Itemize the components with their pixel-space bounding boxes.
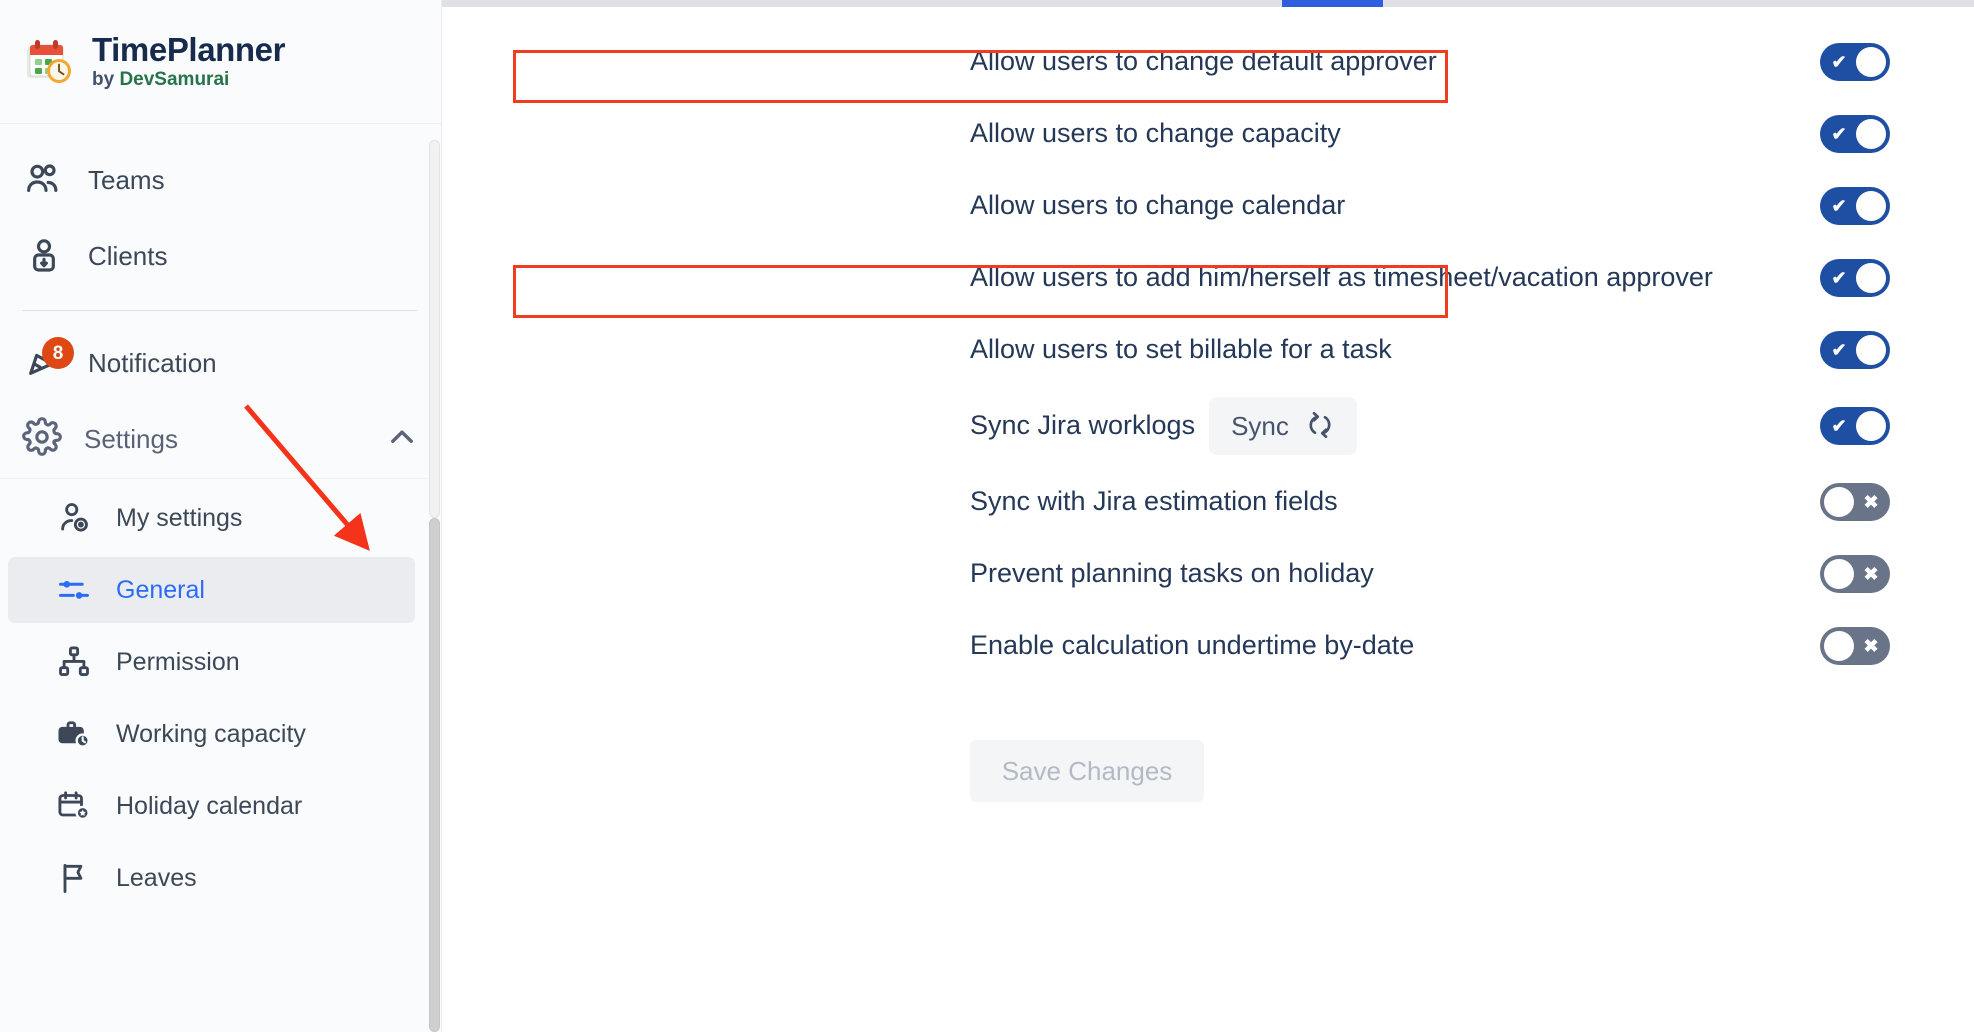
- sidebar-scrollbar-thumb[interactable]: [429, 140, 440, 518]
- check-icon: ✔: [1831, 340, 1847, 360]
- sidebar-item-label: Teams: [88, 164, 165, 195]
- toggle-knob: [1856, 47, 1886, 77]
- check-icon: ✔: [1831, 416, 1847, 436]
- toggle-knob: [1856, 411, 1886, 441]
- toggle-knob: [1824, 631, 1854, 661]
- app-title: TimePlanner: [92, 30, 286, 68]
- setting-label: Allow users to change default approver: [970, 46, 1437, 77]
- toggle-change-calendar[interactable]: ✔: [1820, 187, 1890, 225]
- tab-bar-strip: [442, 0, 1974, 7]
- setting-label: Sync Jira worklogs: [970, 410, 1196, 441]
- sidebar-item-label: Settings: [84, 424, 178, 454]
- brand-vendor: DevSamurai: [119, 69, 230, 91]
- sidebar-item-label: Clients: [88, 240, 168, 271]
- setting-label: Enable calculation undertime by-date: [970, 630, 1415, 661]
- sync-button[interactable]: Sync: [1209, 397, 1357, 455]
- people-group-icon: [22, 158, 66, 202]
- setting-row-change-capacity: Allow users to change capacity ✔: [970, 98, 1890, 170]
- sidebar-nav: Teams Clients 8 Notification Settings My…: [0, 124, 441, 911]
- sidebar-item-leaves[interactable]: Leaves: [8, 845, 415, 911]
- sidebar-item-teams[interactable]: Teams: [0, 142, 441, 218]
- check-icon: ✔: [1831, 196, 1847, 216]
- cross-icon: ✖: [1863, 636, 1879, 656]
- setting-row-sync-jira-worklogs: Sync Jira worklogs Sync ✔: [970, 386, 1890, 466]
- setting-row-sync-estimation-fields: Sync with Jira estimation fields ✖: [970, 466, 1890, 538]
- sidebar-item-general[interactable]: General: [8, 557, 415, 623]
- toggle-knob: [1856, 119, 1886, 149]
- brand-text: TimePlanner by DevSamurai: [92, 30, 286, 91]
- setting-row-change-calendar: Allow users to change calendar ✔: [970, 170, 1890, 242]
- toggle-knob: [1824, 487, 1854, 517]
- briefcase-clock-icon: [54, 714, 94, 754]
- user-settings-icon: [54, 498, 94, 538]
- sidebar: TimePlanner by DevSamurai Teams Clients …: [0, 0, 442, 1032]
- setting-row-set-billable: Allow users to set billable for a task ✔: [970, 314, 1890, 386]
- toggle-knob: [1856, 335, 1886, 365]
- refresh-icon: [1305, 410, 1335, 443]
- toggle-change-default-approver[interactable]: ✔: [1820, 43, 1890, 81]
- sidebar-divider: [22, 310, 417, 311]
- sidebar-item-label: Notification: [88, 347, 217, 378]
- setting-label: Allow users to change calendar: [970, 190, 1346, 221]
- calendar-star-icon: [54, 786, 94, 826]
- app-window: TimePlanner by DevSamurai Teams Clients …: [0, 0, 1974, 1032]
- active-tab-indicator: [1282, 0, 1383, 7]
- sidebar-item-clients[interactable]: Clients: [0, 218, 441, 294]
- toggle-prevent-planning-holiday[interactable]: ✖: [1820, 555, 1890, 593]
- toggle-self-approver[interactable]: ✔: [1820, 259, 1890, 297]
- bell-icon: 8: [22, 337, 74, 385]
- calendar-clock-icon: [22, 36, 74, 88]
- setting-label: Prevent planning tasks on holiday: [970, 558, 1374, 589]
- general-settings-list: Allow users to change default approver ✔…: [970, 26, 1890, 682]
- flag-icon: [54, 858, 94, 898]
- sidebar-subitem-label: Permission: [116, 647, 240, 676]
- check-icon: ✔: [1831, 268, 1847, 288]
- toggle-undertime-by-date[interactable]: ✖: [1820, 627, 1890, 665]
- toggle-sync-jira-worklogs[interactable]: ✔: [1820, 407, 1890, 445]
- setting-row-self-approver: Allow users to add him/herself as timesh…: [970, 242, 1890, 314]
- sidebar-subitem-label: General: [116, 575, 205, 604]
- sliders-icon: [54, 570, 94, 610]
- brand-header: TimePlanner by DevSamurai: [0, 0, 441, 124]
- toggle-knob: [1856, 263, 1886, 293]
- brand-subtitle: by DevSamurai: [92, 69, 285, 91]
- notification-badge: 8: [42, 337, 74, 369]
- sidebar-scrollbar-thumb-lower[interactable]: [429, 518, 440, 1032]
- toggle-change-capacity[interactable]: ✔: [1820, 115, 1890, 153]
- setting-label: Allow users to change capacity: [970, 118, 1341, 149]
- main-content: Allow users to change default approver ✔…: [442, 0, 1974, 1032]
- sidebar-subitem-label: Leaves: [116, 863, 197, 892]
- toggle-set-billable[interactable]: ✔: [1820, 331, 1890, 369]
- sidebar-scrollbar[interactable]: [427, 140, 441, 1032]
- brand-by: by: [92, 69, 120, 91]
- toggle-knob: [1856, 191, 1886, 221]
- sidebar-subitem-label: Working capacity: [116, 719, 306, 748]
- sidebar-item-settings[interactable]: Settings: [0, 401, 441, 479]
- setting-label: Sync with Jira estimation fields: [970, 486, 1338, 517]
- sidebar-subitem-label: My settings: [116, 503, 243, 532]
- sync-button-label: Sync: [1231, 410, 1289, 441]
- gear-icon: [22, 417, 62, 462]
- setting-label: Allow users to add him/herself as timesh…: [970, 262, 1713, 293]
- chevron-up-icon[interactable]: [385, 420, 419, 459]
- check-icon: ✔: [1831, 52, 1847, 72]
- setting-row-undertime-by-date: Enable calculation undertime by-date ✖: [970, 610, 1890, 682]
- toggle-sync-estimation-fields[interactable]: ✖: [1820, 483, 1890, 521]
- cross-icon: ✖: [1863, 492, 1879, 512]
- setting-row-prevent-planning-holiday: Prevent planning tasks on holiday ✖: [970, 538, 1890, 610]
- client-lock-icon: [22, 234, 66, 278]
- sidebar-subitem-label: Holiday calendar: [116, 791, 303, 820]
- sidebar-item-permission[interactable]: Permission: [8, 629, 415, 695]
- org-chart-icon: [54, 642, 94, 682]
- sidebar-item-holiday-calendar[interactable]: Holiday calendar: [8, 773, 415, 839]
- check-icon: ✔: [1831, 124, 1847, 144]
- setting-row-change-default-approver: Allow users to change default approver ✔: [970, 26, 1890, 98]
- cross-icon: ✖: [1863, 564, 1879, 584]
- sidebar-item-notification[interactable]: 8 Notification: [0, 325, 441, 401]
- setting-label: Allow users to set billable for a task: [970, 334, 1392, 365]
- save-changes-button[interactable]: Save Changes: [970, 740, 1204, 802]
- sidebar-item-my-settings[interactable]: My settings: [8, 485, 415, 551]
- toggle-knob: [1824, 559, 1854, 589]
- sidebar-item-working-capacity[interactable]: Working capacity: [8, 701, 415, 767]
